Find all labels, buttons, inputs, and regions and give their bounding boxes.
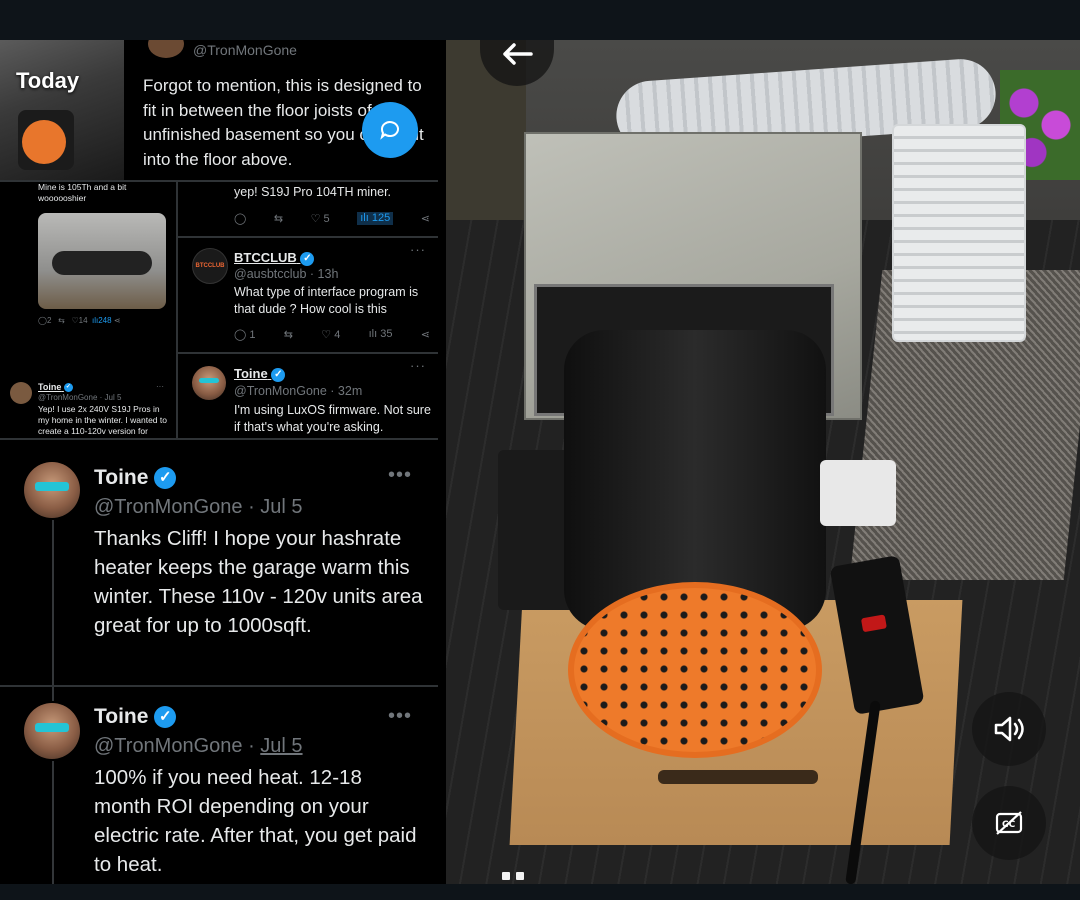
share-icon[interactable]: ⋖ bbox=[421, 212, 430, 225]
page-indicator bbox=[502, 872, 524, 880]
btcclub-avatar[interactable]: BTCCLUB bbox=[192, 248, 228, 284]
avatar[interactable] bbox=[24, 462, 80, 518]
tweet-text: yep! S19J Pro 104TH miner. bbox=[234, 185, 392, 199]
tweet-text: Yep! I use 2x 240V S19J Pros in my home … bbox=[38, 404, 167, 438]
reply-icon bbox=[380, 121, 399, 140]
author-meta: @ausbtcclub · 13h bbox=[234, 267, 339, 281]
video-player[interactable]: CC bbox=[446, 40, 1080, 885]
tweet-photo[interactable] bbox=[38, 213, 166, 309]
top-status-bar bbox=[0, 0, 1080, 40]
divider bbox=[178, 352, 438, 354]
plug-image bbox=[820, 460, 896, 526]
verified-badge-icon: ✓ bbox=[154, 467, 177, 490]
avatar bbox=[148, 40, 184, 58]
vent-grille-image bbox=[892, 124, 1026, 342]
verified-badge-icon: ✓ bbox=[271, 367, 286, 382]
tweet-text: I'm using LuxOS firmware. Not sure if th… bbox=[234, 403, 431, 434]
like-button[interactable]: ♡ 4 bbox=[321, 328, 340, 341]
more-options-icon[interactable]: ··· bbox=[410, 242, 426, 257]
more-options-icon[interactable]: ··· bbox=[156, 382, 164, 391]
thread-line bbox=[52, 687, 54, 701]
volume-icon bbox=[994, 716, 1024, 742]
reply-icon[interactable]: ◯ bbox=[38, 316, 47, 325]
arrow-left-icon bbox=[503, 43, 533, 65]
more-options-icon[interactable]: ••• bbox=[388, 705, 412, 728]
verified-badge-icon: ✓ bbox=[63, 383, 73, 393]
today-thumbnail[interactable] bbox=[0, 40, 124, 180]
thread-line bbox=[52, 520, 54, 685]
tweet-collage: Today @TronMonGone Forgot to mention, th… bbox=[0, 40, 438, 885]
share-icon[interactable]: ⋖ bbox=[421, 328, 430, 341]
divider bbox=[178, 236, 438, 238]
reply-icon[interactable]: ◯ bbox=[234, 212, 246, 225]
tweet-actions-small: ◯2 ⇆ ♡14 ılı248 ⋖ bbox=[38, 316, 121, 325]
thread-line bbox=[52, 761, 54, 885]
author-name[interactable]: Toine ✓ bbox=[94, 705, 177, 729]
more-options-icon[interactable]: ••• bbox=[388, 464, 412, 487]
tweet-text: What type of interface program is that d… bbox=[234, 285, 419, 316]
base-slot-image bbox=[658, 770, 818, 784]
author-name[interactable]: Toine ✓ bbox=[234, 366, 286, 382]
bottom-bar bbox=[0, 884, 1080, 900]
tweet-text: 100% if you need heat. 12-18 month ROI d… bbox=[94, 766, 417, 876]
heater-grill-image bbox=[22, 120, 66, 164]
like-button[interactable]: ♡ 5 bbox=[311, 212, 330, 225]
orange-grill-image bbox=[568, 582, 822, 758]
reply-button[interactable]: ◯ 1 bbox=[234, 328, 256, 341]
retweet-icon[interactable]: ⇆ bbox=[274, 212, 283, 225]
avatar[interactable] bbox=[24, 703, 80, 759]
reply-handle: @TronMonGone bbox=[193, 42, 297, 58]
verified-badge-icon: ✓ bbox=[300, 251, 315, 266]
tweet-card: Toine ✓ @TronMonGone · Jul 5 100% if you… bbox=[0, 687, 438, 885]
avatar[interactable] bbox=[10, 382, 32, 404]
author-meta: @TronMonGone · 32m bbox=[234, 384, 363, 398]
like-icon[interactable]: ♡ bbox=[71, 316, 78, 325]
author-meta: @TronMonGone · Jul 5 bbox=[38, 393, 122, 402]
more-options-icon[interactable]: ··· bbox=[410, 358, 426, 373]
views-button[interactable]: ılı 125 bbox=[357, 212, 394, 225]
reply-fab-button[interactable] bbox=[362, 102, 418, 158]
retweet-icon[interactable]: ⇆ bbox=[284, 328, 293, 341]
verified-badge-icon: ✓ bbox=[154, 706, 177, 729]
volume-button[interactable] bbox=[972, 692, 1046, 766]
tweet-snippet: Mine is 105Th and a bit woooooshier bbox=[38, 182, 127, 203]
tweet-actions: ◯ 1 ⇆ ♡ 4 ılı 35 ⋖ bbox=[234, 328, 430, 341]
tweet-card: Toine ✓ @TronMonGone · Jul 5 Thanks Clif… bbox=[0, 440, 438, 685]
small-tweet-column: Mine is 105Th and a bit woooooshier ◯2 ⇆… bbox=[0, 182, 176, 438]
share-icon[interactable]: ⋖ bbox=[114, 316, 121, 325]
avatar[interactable] bbox=[192, 366, 226, 400]
author-name[interactable]: Toine ✓ bbox=[94, 466, 177, 490]
mid-tweet-column: yep! S19J Pro 104TH miner. ◯ ⇆ ♡ 5 ılı 1… bbox=[178, 182, 438, 438]
author-name[interactable]: Toine ✓ bbox=[38, 382, 73, 393]
today-label: Today bbox=[16, 68, 80, 93]
captions-button[interactable]: CC bbox=[972, 786, 1046, 860]
author-meta: @TronMonGone · Jul 5 bbox=[94, 735, 303, 757]
retweet-icon[interactable]: ⇆ bbox=[58, 316, 65, 325]
top-reply-panel: Today @TronMonGone Forgot to mention, th… bbox=[0, 40, 438, 180]
author-meta: @TronMonGone · Jul 5 bbox=[94, 496, 303, 518]
views-button[interactable]: ılı 35 bbox=[369, 328, 393, 341]
tweet-date-link[interactable]: Jul 5 bbox=[260, 735, 302, 757]
captions-off-icon: CC bbox=[995, 811, 1023, 835]
tweet-actions: ◯ ⇆ ♡ 5 ılı 125 ⋖ bbox=[234, 212, 430, 225]
tweet-text: Thanks Cliff! I hope your hashrate heate… bbox=[94, 527, 423, 637]
author-name[interactable]: BTCCLUB ✓ bbox=[234, 250, 315, 266]
